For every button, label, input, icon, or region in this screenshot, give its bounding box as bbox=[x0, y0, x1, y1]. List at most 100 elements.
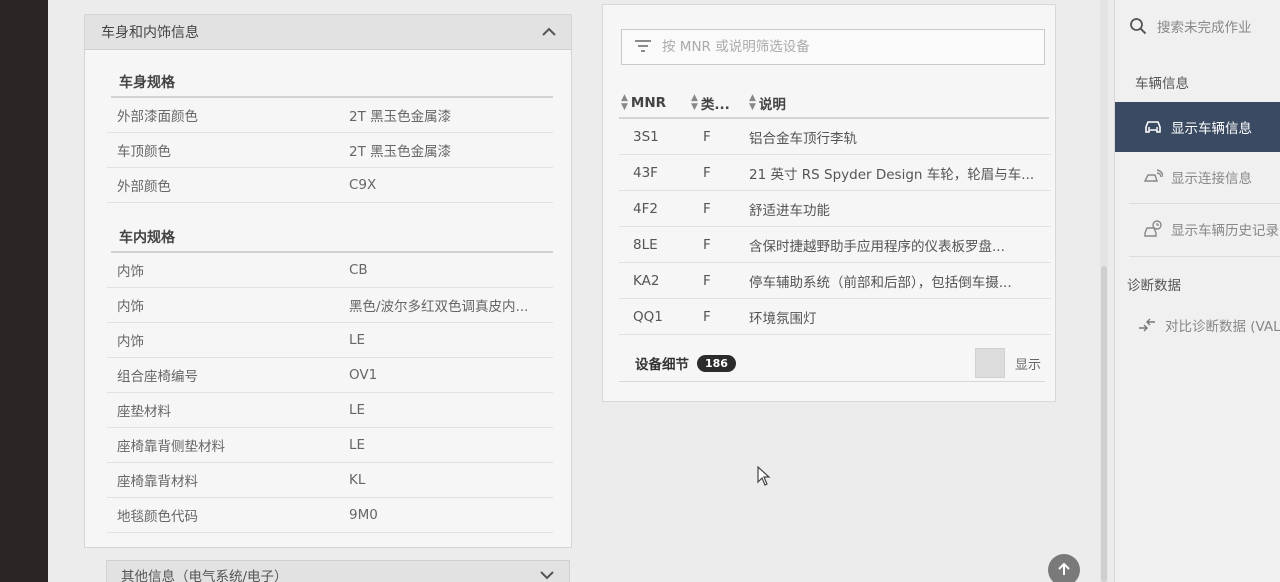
spec-value: 黑色/波尔多红双色调真皮内... bbox=[349, 299, 529, 315]
sidebar-item-connection-info[interactable]: 显示连接信息 bbox=[1115, 152, 1280, 202]
equipment-table-body: 3S1 F 铝合金车顶行李轨 43F F 21 英寸 RS Spyder Design 车… bbox=[619, 119, 1051, 335]
diagnosis-section-title: 诊断数据 bbox=[1127, 278, 1181, 294]
equipment-filter[interactable] bbox=[621, 29, 1045, 65]
right-sidebar: 搜索未完成作业 车辆信息 显示车辆信息 显示连接信息 显示车辆历史记录 诊断数据 bbox=[1114, 0, 1280, 582]
spec-row: 座椅靠背材料 KL bbox=[107, 463, 553, 498]
body-interior-panel-header[interactable]: 车身和内饰信息 bbox=[85, 15, 571, 50]
mouse-cursor-icon bbox=[757, 465, 771, 490]
spec-row: 地毯颜色代码 9M0 bbox=[107, 498, 553, 533]
table-row[interactable]: 43F F 21 英寸 RS Spyder Design 车轮，轮眉与车... bbox=[619, 155, 1051, 191]
spec-value: 9M0 bbox=[349, 507, 378, 523]
body-spec-title: 车身规格 bbox=[111, 64, 553, 98]
filter-icon bbox=[634, 38, 652, 57]
spec-value: C9X bbox=[349, 177, 377, 193]
spec-label: 座椅靠背侧垫材料 bbox=[117, 439, 225, 455]
type-cell: F bbox=[703, 236, 711, 253]
table-row[interactable]: QQ1 F 环境氛围灯 bbox=[619, 299, 1051, 335]
sidebar-item-compare-diagnosis[interactable]: 对比诊断数据 (VAL) bbox=[1115, 300, 1280, 350]
spec-row: 组合座椅编号 OV1 bbox=[107, 358, 553, 393]
spec-label: 外部漆面颜色 bbox=[117, 109, 198, 125]
panel-title: 车身和内饰信息 bbox=[101, 25, 199, 41]
other-info-title: 其他信息（电气系统/电子） bbox=[121, 569, 288, 582]
sidebar-item-vehicle-history[interactable]: 显示车辆历史记录 bbox=[1115, 204, 1280, 254]
table-row[interactable]: 3S1 F 铝合金车顶行李轨 bbox=[619, 119, 1051, 155]
other-info-panel-header[interactable]: 其他信息（电气系统/电子） bbox=[106, 560, 570, 582]
desc-column-header[interactable]: ▲ ▼ 说明 bbox=[749, 93, 1049, 114]
equipment-detail-row: 设备细节 186 显示 bbox=[619, 345, 1045, 382]
mnr-cell: 43F bbox=[633, 164, 658, 181]
type-cell: F bbox=[703, 308, 711, 325]
scroll-to-top-button[interactable] bbox=[1048, 554, 1080, 582]
type-cell: F bbox=[703, 200, 711, 217]
show-checkbox[interactable] bbox=[974, 348, 1005, 378]
mnr-cell: 8LE bbox=[633, 236, 658, 253]
sidebar-divider bbox=[1129, 256, 1280, 257]
spec-row: 座垫材料 LE bbox=[107, 393, 553, 428]
sort-icon: ▲ ▼ bbox=[691, 93, 698, 112]
table-row[interactable]: 4F2 F 舒适进车功能 bbox=[619, 191, 1051, 227]
sort-icon: ▲ ▼ bbox=[621, 93, 628, 112]
mnr-cell: QQ1 bbox=[633, 308, 663, 325]
body-interior-panel: 车身和内饰信息 车身规格 外部漆面颜色 2T 黑玉色金属漆 车顶颜色 2T 黑玉色金属… bbox=[84, 14, 572, 548]
spec-value: LE bbox=[349, 402, 366, 418]
table-row[interactable]: KA2 F 停车辅助系统（前部和后部），包括倒车摄... bbox=[619, 263, 1051, 299]
equipment-filter-input[interactable] bbox=[660, 38, 1034, 56]
spec-row: 座椅靠背侧垫材料 LE bbox=[107, 428, 553, 463]
spec-label: 内饰 bbox=[117, 299, 144, 315]
search-text: 搜索未完成作业 bbox=[1157, 20, 1252, 36]
compare-arrows-icon bbox=[1137, 318, 1157, 332]
spec-label: 组合座椅编号 bbox=[117, 369, 198, 385]
type-cell: F bbox=[703, 272, 711, 289]
equipment-panel: ▲▼ MNR ▲▼ 类... ▲▼ 说明 3S1 F 铝合金车顶行李轨 43F F 21 … bbox=[602, 4, 1056, 402]
mnr-cell: 3S1 bbox=[633, 128, 659, 145]
spec-value: OV1 bbox=[349, 367, 378, 383]
equipment-detail-label: 设备细节 bbox=[635, 357, 689, 373]
scrollbar-thumb[interactable] bbox=[1101, 266, 1107, 582]
spec-row: 内饰 LE bbox=[107, 323, 553, 358]
spec-label: 内饰 bbox=[117, 264, 144, 280]
mnr-cell: KA2 bbox=[633, 272, 660, 289]
spec-value: KL bbox=[349, 472, 366, 488]
show-label: 显示 bbox=[1014, 357, 1041, 373]
spec-label: 地毯颜色代码 bbox=[117, 509, 198, 525]
spec-label: 座垫材料 bbox=[117, 404, 171, 420]
spec-row: 外部漆面颜色 2T 黑玉色金属漆 bbox=[107, 98, 553, 133]
type-cell: F bbox=[703, 128, 711, 145]
spec-value: LE bbox=[349, 437, 366, 453]
spec-row: 内饰 CB bbox=[107, 253, 553, 288]
desc-cell: 舒适进车功能 bbox=[749, 202, 830, 219]
chevron-up-icon[interactable] bbox=[541, 24, 557, 40]
type-column-header[interactable]: ▲ ▼ 类... bbox=[687, 93, 749, 114]
spec-value: CB bbox=[349, 262, 368, 278]
table-row[interactable]: 8LE F 含保时捷越野助手应用程序的仪表板罗盘... bbox=[619, 227, 1051, 263]
search-jobs[interactable]: 搜索未完成作业 bbox=[1129, 12, 1280, 40]
desc-cell: 环境氛围灯 bbox=[749, 310, 817, 327]
spec-label: 外部颜色 bbox=[117, 179, 171, 195]
spec-value: 2T 黑玉色金属漆 bbox=[349, 144, 452, 160]
type-cell: F bbox=[703, 164, 711, 181]
interior-spec-title: 车内规格 bbox=[111, 219, 553, 253]
desc-cell: 含保时捷越野助手应用程序的仪表板罗盘... bbox=[749, 238, 1005, 255]
desc-cell: 铝合金车顶行李轨 bbox=[749, 130, 857, 147]
vehicle-info-section-title: 车辆信息 bbox=[1135, 76, 1189, 92]
search-icon bbox=[1129, 17, 1147, 35]
spec-label: 内饰 bbox=[117, 334, 144, 350]
spec-label: 座椅靠背材料 bbox=[117, 474, 198, 490]
mnr-column-header[interactable]: ▲ ▼ MNR bbox=[619, 94, 687, 112]
spec-row: 内饰 黑色/波尔多红双色调真皮内... bbox=[107, 288, 553, 323]
equipment-table-header: ▲ ▼ MNR ▲ ▼ 类... ▲ ▼ 说明 bbox=[619, 89, 1049, 119]
arrow-up-icon bbox=[1057, 561, 1071, 580]
equipment-count-badge: 186 bbox=[697, 354, 736, 372]
sort-icon: ▲ ▼ bbox=[749, 93, 756, 112]
spec-row: 外部颜色 C9X bbox=[107, 168, 553, 203]
sidebar-item-vehicle-info[interactable]: 显示车辆信息 bbox=[1115, 102, 1280, 152]
spec-value: LE bbox=[349, 332, 366, 348]
history-icon bbox=[1143, 220, 1163, 238]
spec-row: 车顶颜色 2T 黑玉色金属漆 bbox=[107, 133, 553, 168]
chevron-down-icon[interactable] bbox=[539, 567, 555, 582]
desc-cell: 21 英寸 RS Spyder Design 车轮，轮眉与车... bbox=[749, 166, 1035, 183]
mnr-cell: 4F2 bbox=[633, 200, 658, 217]
spec-value: 2T 黑玉色金属漆 bbox=[349, 109, 452, 125]
connection-icon bbox=[1143, 169, 1163, 185]
spec-label: 车顶颜色 bbox=[117, 144, 171, 160]
